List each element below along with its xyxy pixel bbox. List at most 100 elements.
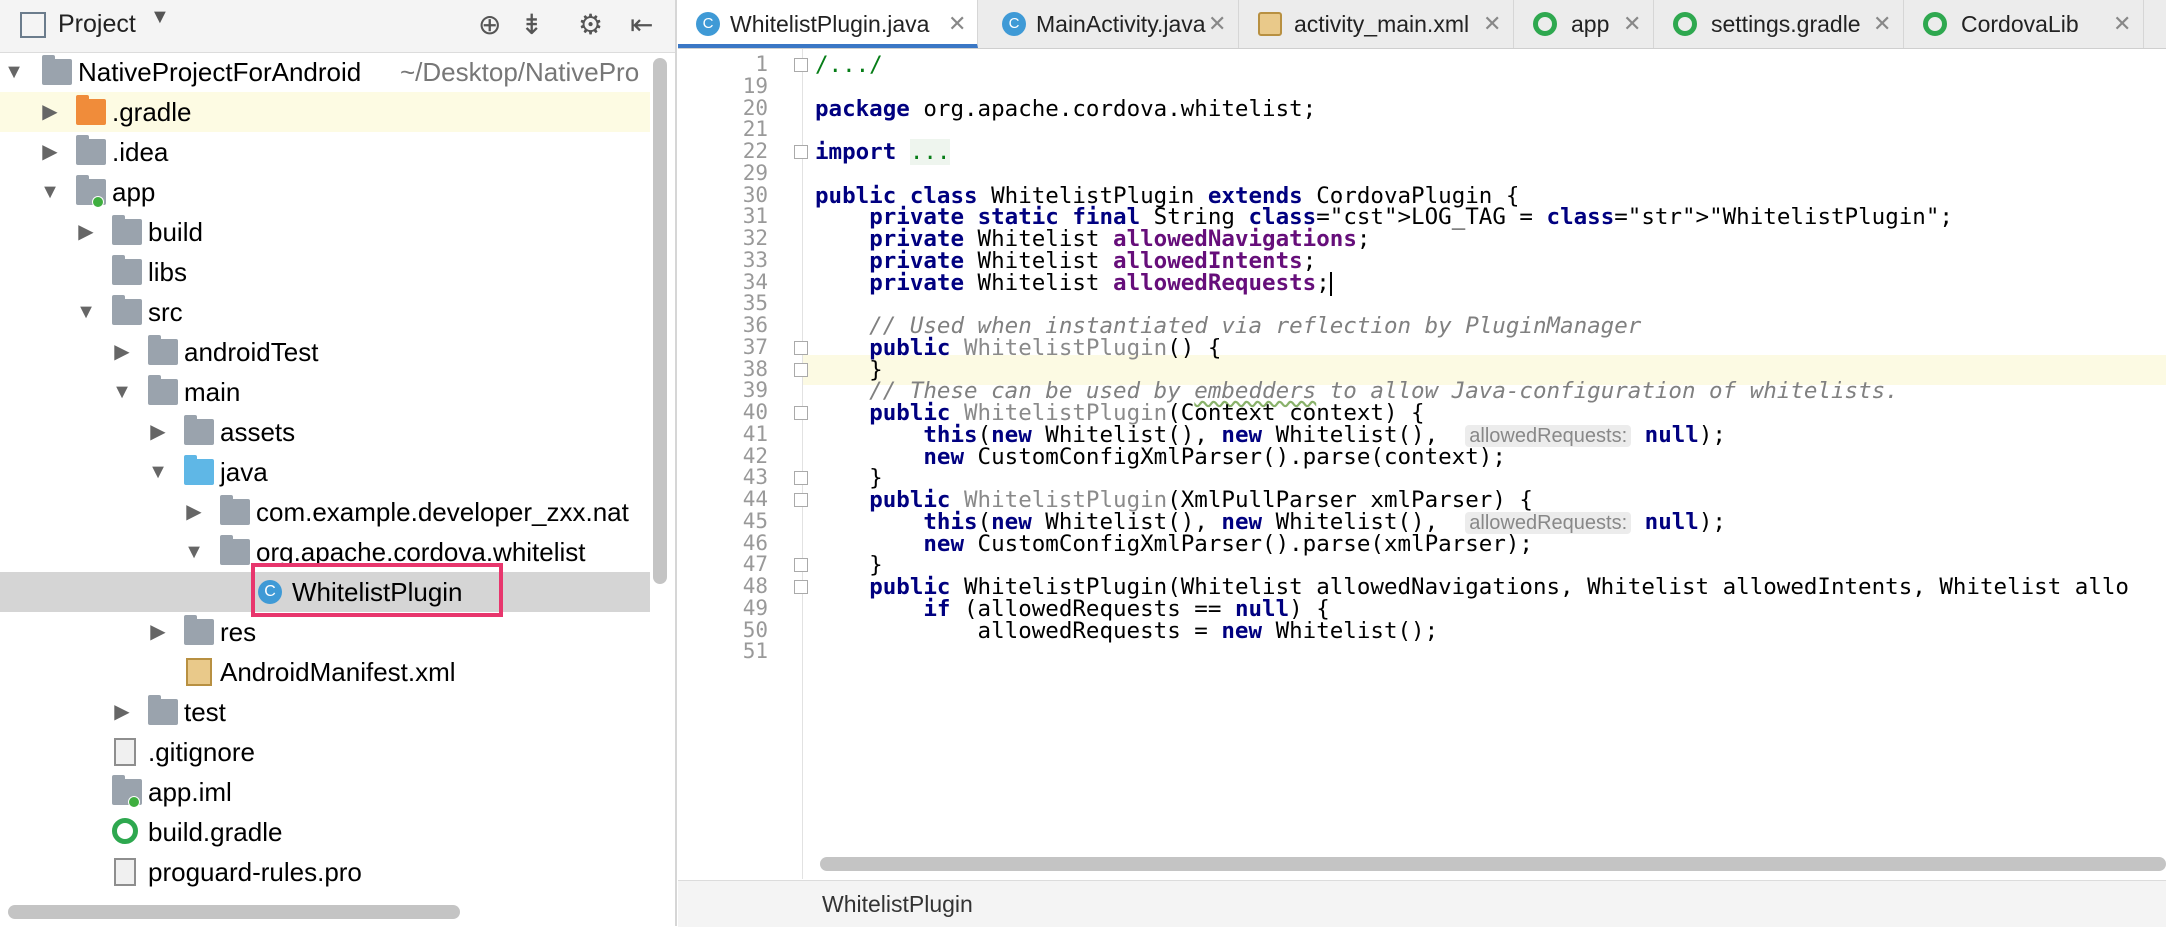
- close-icon[interactable]: ✕: [948, 0, 966, 48]
- close-icon[interactable]: ✕: [1483, 0, 1501, 48]
- project-view-icon[interactable]: [20, 12, 46, 38]
- package-icon: [220, 495, 250, 525]
- tab-activity-main-xml[interactable]: activity_main.xml ✕: [1238, 0, 1514, 48]
- tree-node-src[interactable]: ▼ src: [0, 292, 650, 332]
- expanded-arrow-icon[interactable]: ▼: [184, 532, 204, 572]
- code-line[interactable]: package org.apache.cordova.whitelist;: [815, 96, 1316, 122]
- project-horizontal-scrollbar[interactable]: [8, 905, 460, 919]
- tree-node-androidmanifest[interactable]: AndroidManifest.xml: [0, 652, 650, 692]
- fold-marker-icon[interactable]: [794, 558, 808, 572]
- folder-icon: [76, 135, 106, 165]
- collapsed-arrow-icon[interactable]: ▶: [40, 92, 60, 132]
- tree-node-label: java: [220, 457, 268, 487]
- tree-node-java[interactable]: ▼ java: [0, 452, 650, 492]
- tree-node-label: com.example.developer_zxx.nat: [256, 497, 629, 527]
- project-tree: ▼ NativeProjectForAndroid ~/Desktop/Nati…: [0, 52, 675, 892]
- tree-node-libs[interactable]: libs: [0, 252, 650, 292]
- locate-target-icon[interactable]: ⊕: [478, 8, 501, 41]
- fold-marker-icon[interactable]: [794, 145, 808, 159]
- tab-whitelistplugin-java[interactable]: C WhitelistPlugin.java ✕: [678, 0, 978, 48]
- tree-node-label: .idea: [112, 137, 169, 167]
- line-number: 41: [742, 422, 768, 446]
- tab-settings-gradle[interactable]: settings.gradle ✕: [1653, 0, 1904, 48]
- gradle-icon: [1923, 12, 1947, 36]
- tree-node-gradle[interactable]: ▶ .gradle: [0, 92, 650, 132]
- tree-node-idea[interactable]: ▶ .idea: [0, 132, 650, 172]
- tab-app[interactable]: app ✕: [1513, 0, 1654, 48]
- tree-node-label: build.gradle: [148, 817, 283, 847]
- close-icon[interactable]: ✕: [1208, 0, 1226, 48]
- fold-marker-icon[interactable]: [794, 471, 808, 485]
- gradle-icon: [112, 818, 138, 844]
- collapsed-arrow-icon[interactable]: ▶: [148, 412, 168, 452]
- tree-node-app-iml[interactable]: app.iml: [0, 772, 650, 812]
- project-vertical-scrollbar[interactable]: [653, 58, 667, 584]
- gradle-icon: [1533, 12, 1557, 36]
- collapsed-arrow-icon[interactable]: ▶: [112, 692, 132, 732]
- code-line[interactable]: allowedRequests = new Whitelist();: [815, 618, 1439, 644]
- close-icon[interactable]: ✕: [1873, 0, 1891, 48]
- editor-horizontal-scrollbar[interactable]: [820, 857, 2166, 871]
- tab-mainactivity-java[interactable]: C MainActivity.java ✕: [978, 0, 1239, 48]
- tree-node-assets[interactable]: ▶ assets: [0, 412, 650, 452]
- tab-label: CordovaLib: [1961, 11, 2079, 37]
- tree-node-test[interactable]: ▶ test: [0, 692, 650, 732]
- line-number: 43: [742, 465, 768, 489]
- line-number: 49: [742, 596, 768, 620]
- code-line[interactable]: new CustomConfigXmlParser().parse(xmlPar…: [815, 531, 1533, 557]
- line-number: 32: [742, 226, 768, 250]
- collapsed-arrow-icon[interactable]: ▶: [148, 612, 168, 652]
- close-icon[interactable]: ✕: [1623, 0, 1641, 48]
- tree-node-res[interactable]: ▶ res: [0, 612, 650, 652]
- folder-icon: [148, 375, 178, 405]
- project-view-title[interactable]: Project: [58, 10, 136, 39]
- code-line[interactable]: private Whitelist allowedRequests;: [815, 270, 1332, 296]
- line-number: 47: [742, 552, 768, 576]
- collapsed-arrow-icon[interactable]: ▶: [112, 332, 132, 372]
- collapsed-arrow-icon[interactable]: ▶: [76, 212, 96, 252]
- line-number: 37: [742, 335, 768, 359]
- collapsed-arrow-icon[interactable]: ▶: [184, 492, 204, 532]
- tree-node-gitignore[interactable]: .gitignore: [0, 732, 650, 772]
- tree-node-package-example[interactable]: ▶ com.example.developer_zxx.nat: [0, 492, 650, 532]
- tree-node-build-gradle[interactable]: build.gradle: [0, 812, 650, 852]
- tree-node-project-root[interactable]: ▼ NativeProjectForAndroid ~/Desktop/Nati…: [0, 52, 650, 92]
- breadcrumb[interactable]: WhitelistPlugin: [822, 891, 973, 918]
- code-line[interactable]: /.../: [815, 52, 883, 78]
- expanded-arrow-icon[interactable]: ▼: [148, 452, 168, 492]
- collapse-all-icon[interactable]: ⇟: [520, 8, 543, 41]
- code-line[interactable]: new CustomConfigXmlParser().parse(contex…: [815, 444, 1506, 470]
- hide-panel-icon[interactable]: ⇤: [630, 8, 653, 41]
- folder-icon: [112, 255, 142, 285]
- tree-node-label: res: [220, 617, 257, 647]
- tree-node-proguard[interactable]: proguard-rules.pro: [0, 852, 650, 892]
- fold-marker-icon[interactable]: [794, 493, 808, 507]
- expanded-arrow-icon[interactable]: ▼: [76, 292, 96, 332]
- module-badge-icon: [128, 796, 140, 808]
- fold-marker-icon[interactable]: [794, 341, 808, 355]
- line-number: 33: [742, 248, 768, 272]
- code-line[interactable]: import ...: [815, 139, 951, 165]
- tree-node-build[interactable]: ▶ build: [0, 212, 650, 252]
- fold-marker-icon[interactable]: [794, 363, 808, 377]
- highlight-selection-box: [251, 563, 503, 617]
- fold-marker-icon[interactable]: [794, 406, 808, 420]
- chevron-down-icon[interactable]: ▼: [150, 6, 170, 29]
- expanded-arrow-icon[interactable]: ▼: [4, 52, 24, 92]
- close-icon[interactable]: ✕: [2113, 0, 2131, 48]
- gradle-icon: [1673, 12, 1697, 36]
- tree-node-app[interactable]: ▼ app: [0, 172, 650, 212]
- collapsed-arrow-icon[interactable]: ▶: [40, 132, 60, 172]
- fold-marker-icon[interactable]: [794, 580, 808, 594]
- tree-node-main[interactable]: ▼ main: [0, 372, 650, 412]
- expanded-arrow-icon[interactable]: ▼: [112, 372, 132, 412]
- tab-label: settings.gradle: [1711, 11, 1861, 37]
- tree-node-label: libs: [148, 257, 188, 287]
- fold-marker-icon[interactable]: [794, 58, 808, 72]
- gear-icon[interactable]: ⚙: [578, 8, 603, 41]
- tree-node-androidtest[interactable]: ▶ androidTest: [0, 332, 650, 372]
- code-editor[interactable]: 1 19 20 21 22 29 30 31 32 33 34 35 36 37 38 39 40 41 42 43 4…: [678, 49, 2166, 879]
- tree-node-label: app: [112, 177, 156, 207]
- expanded-arrow-icon[interactable]: ▼: [40, 172, 60, 212]
- tab-cordovalib[interactable]: CordovaLib ✕: [1903, 0, 2144, 48]
